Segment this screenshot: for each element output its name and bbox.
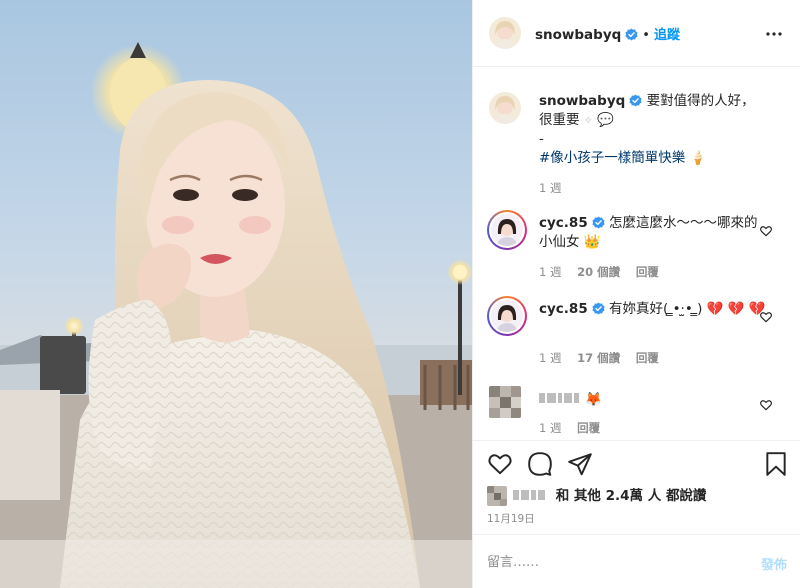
reply-button[interactable]: 回覆 xyxy=(636,265,659,279)
comment-text-block: cyc.85 有妳真好( ̳•·̫• ̳) 💔 💔 💔 xyxy=(539,300,767,319)
commenter-avatar-image xyxy=(491,214,523,246)
verified-badge-icon xyxy=(625,28,638,41)
post-header: snowbabyq • 追蹤 xyxy=(473,0,800,67)
post-photo[interactable] xyxy=(0,0,472,588)
reply-button[interactable]: 回覆 xyxy=(577,421,600,435)
blurred-username[interactable] xyxy=(539,390,581,409)
comment-item: 🦊 1 週 回覆 xyxy=(487,382,787,440)
sparkle-icon: ✧ xyxy=(583,114,594,127)
caption-meta: 1 週 xyxy=(539,180,573,196)
post-comment-button[interactable]: 發佈 xyxy=(761,554,787,573)
like-heart-icon[interactable] xyxy=(487,451,513,477)
blurred-liker-avatar-image xyxy=(487,486,507,506)
author-line: snowbabyq • 追蹤 xyxy=(535,24,680,43)
reply-button[interactable]: 回覆 xyxy=(636,351,659,365)
likes-summary[interactable]: 和 其他 2.4萬 人 都說讚 xyxy=(487,484,706,506)
post-panel: snowbabyq • 追蹤 snowbabyq 要對值得的人好，很重要 ✧ 💬… xyxy=(472,0,800,588)
author-avatar-image xyxy=(489,17,521,49)
post-date[interactable]: 11月19日 xyxy=(487,511,535,526)
add-comment-bar: 發佈 xyxy=(473,534,800,588)
fox-face-icon: 🦊 xyxy=(585,391,603,408)
likes-suffix: 都說讚 xyxy=(665,488,707,504)
share-paper-plane-icon[interactable] xyxy=(567,451,593,477)
commenter-avatar[interactable] xyxy=(489,386,521,418)
caption: snowbabyq 要對值得的人好，很重要 ✧ 💬 - #像小孩子一樣簡單快樂 … xyxy=(487,88,787,198)
comment-item: cyc.85 有妳真好( ̳•·̫• ̳) 💔 💔 💔 1 週 17 個讚 回覆 xyxy=(487,294,787,370)
photo-illustration xyxy=(0,42,472,588)
blurred-avatar-image xyxy=(489,386,521,418)
liker-avatar[interactable] xyxy=(487,486,507,506)
comment-meta: 1 週 17 個讚 回覆 xyxy=(539,350,671,366)
comment-bubble-icon[interactable] xyxy=(527,451,553,477)
caption-hashtag[interactable]: #像小孩子一樣簡單快樂 xyxy=(539,150,685,166)
follow-button[interactable]: 追蹤 xyxy=(654,28,680,43)
ice-cream-icon: 🍦 xyxy=(689,150,707,166)
action-bar xyxy=(473,440,800,480)
comment-username[interactable]: cyc.85 xyxy=(539,301,588,317)
comment-likes[interactable]: 20 個讚 xyxy=(577,265,620,279)
like-comment-heart-icon[interactable] xyxy=(759,224,773,238)
comment-time[interactable]: 1 週 xyxy=(539,265,561,279)
comment-text-block: cyc.85 怎麼這麼水～～～哪來的小仙女 👑 xyxy=(539,214,767,252)
crown-icon: 👑 xyxy=(583,234,601,250)
broken-heart-icon: 💔 xyxy=(706,301,724,317)
like-comment-heart-icon[interactable] xyxy=(759,398,773,412)
likes-others[interactable]: 其他 2.4萬 人 xyxy=(574,488,661,504)
verified-badge-icon xyxy=(592,302,605,315)
verified-badge-icon xyxy=(592,216,605,229)
comment-item: cyc.85 怎麼這麼水～～～哪來的小仙女 👑 1 週 20 個讚 回覆 xyxy=(487,208,787,288)
like-comment-heart-icon[interactable] xyxy=(759,310,773,324)
save-bookmark-icon[interactable] xyxy=(763,451,789,477)
commenter-avatar[interactable] xyxy=(487,296,527,336)
broken-heart-icon: 💔 xyxy=(727,301,745,317)
commenter-avatar-image xyxy=(491,300,523,332)
comment-meta: 1 週 回覆 xyxy=(539,420,612,436)
likes-prefix: 和 xyxy=(555,488,570,504)
comment-time[interactable]: 1 週 xyxy=(539,421,561,435)
comment-likes[interactable]: 17 個讚 xyxy=(577,351,620,365)
speech-bubble-icon: 💬 xyxy=(597,112,615,128)
comment-input[interactable] xyxy=(487,551,737,573)
caption-time[interactable]: 1 週 xyxy=(539,181,561,195)
comment-username[interactable]: cyc.85 xyxy=(539,215,588,231)
caption-dash: - xyxy=(539,131,544,147)
author-username[interactable]: snowbabyq xyxy=(535,27,621,43)
commenter-avatar[interactable] xyxy=(487,210,527,250)
comments-list[interactable]: snowbabyq 要對值得的人好，很重要 ✧ 💬 - #像小孩子一樣簡單快樂 … xyxy=(473,68,800,440)
author-avatar[interactable] xyxy=(489,17,521,49)
instagram-post: snowbabyq • 追蹤 snowbabyq 要對值得的人好，很重要 ✧ 💬… xyxy=(0,0,800,588)
caption-username[interactable]: snowbabyq xyxy=(539,93,625,109)
caption-text-block: snowbabyq 要對值得的人好，很重要 ✧ 💬 - #像小孩子一樣簡單快樂 … xyxy=(539,92,767,168)
more-dots-icon[interactable] xyxy=(762,22,786,46)
comment-time[interactable]: 1 週 xyxy=(539,351,561,365)
blurred-liker-name[interactable] xyxy=(513,488,547,504)
caption-avatar[interactable] xyxy=(489,92,521,124)
comment-meta: 1 週 20 個讚 回覆 xyxy=(539,264,671,280)
header-separator: • xyxy=(642,28,650,43)
comment-text-block: 🦊 xyxy=(539,390,767,410)
comment-text: 有妳真好( ̳•·̫• ̳) xyxy=(609,301,703,317)
verified-badge-icon xyxy=(629,94,642,107)
caption-avatar-image xyxy=(489,92,521,124)
